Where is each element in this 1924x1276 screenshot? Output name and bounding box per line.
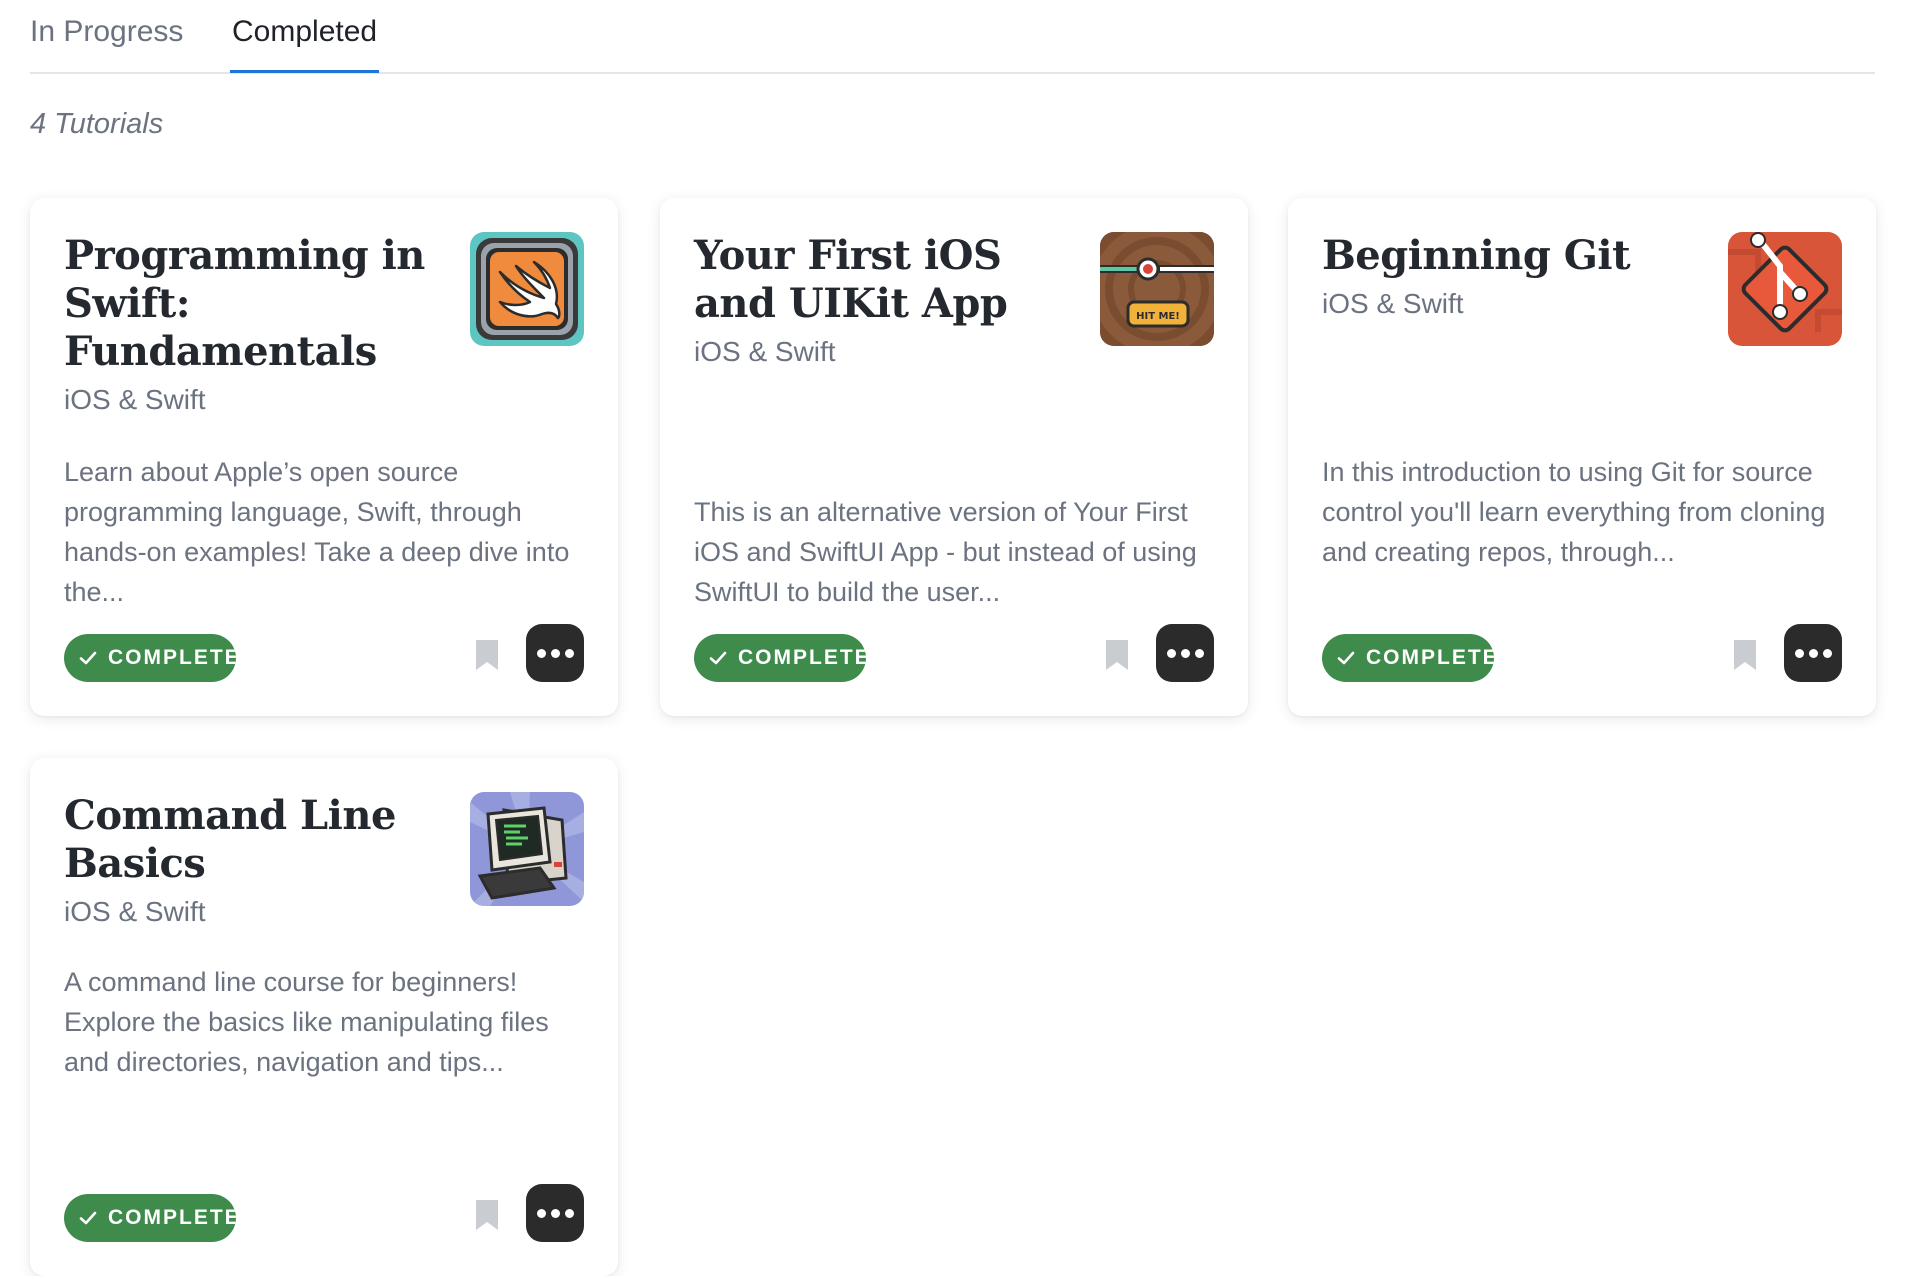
card-description: This is an alternative version of Your F… <box>694 497 1197 607</box>
complete-badge: COMPLETE <box>1322 634 1494 682</box>
bookmark-icon[interactable] <box>474 1198 500 1232</box>
more-dot <box>1180 648 1190 658</box>
tutorial-card[interactable]: Beginning Git iOS & Swift In this introd… <box>1288 198 1876 716</box>
tab-completed[interactable]: Completed <box>230 10 380 73</box>
complete-badge: COMPLETE <box>64 1194 236 1242</box>
complete-badge: COMPLETE <box>694 634 866 682</box>
more-dot <box>550 1208 560 1218</box>
tutorial-card[interactable]: Your First iOS and UIKit App HIT ME! iOS… <box>660 198 1248 716</box>
bookmark-icon[interactable] <box>1104 638 1130 672</box>
card-title[interactable]: Your First iOS and UIKit App <box>694 232 1074 328</box>
hit-me-label: HIT ME! <box>1136 311 1180 322</box>
hit-me-slider-icon: HIT ME! <box>1100 232 1214 346</box>
git-logo-icon <box>1728 232 1842 346</box>
card-domain: iOS & Swift <box>1322 288 1464 319</box>
more-dot <box>536 648 546 658</box>
swift-bird-icon <box>470 232 584 346</box>
checkmark-icon <box>79 651 97 665</box>
tutorials-count: 4 Tutorials <box>30 108 164 140</box>
card-description: Learn about Apple’s open source programm… <box>64 457 570 607</box>
card-title[interactable]: Beginning Git <box>1322 232 1702 280</box>
card-description: A command line course for beginners! Exp… <box>64 967 549 1077</box>
more-dot <box>550 648 560 658</box>
tutorial-card[interactable]: Command Line Basics iOS & Swift A comman… <box>30 758 618 1276</box>
more-dot <box>1794 648 1804 658</box>
more-dot <box>1822 648 1832 658</box>
more-options-button[interactable] <box>1784 624 1842 682</box>
checkmark-icon <box>79 1211 97 1225</box>
card-description: In this introduction to using Git for so… <box>1322 457 1826 567</box>
more-dot <box>1166 648 1176 658</box>
complete-badge-label: COMPLETE <box>108 1206 236 1229</box>
tutorials-page: In Progress Completed 4 Tutorials Progra… <box>0 0 1924 1276</box>
more-dot <box>536 1208 546 1218</box>
card-domain: iOS & Swift <box>64 896 206 927</box>
more-options-button[interactable] <box>526 1184 584 1242</box>
more-options-button[interactable] <box>526 624 584 682</box>
complete-badge-label: COMPLETE <box>738 646 866 669</box>
terminal-computer-icon <box>470 792 584 906</box>
card-title[interactable]: Programming in Swift: Fundamentals <box>64 232 444 376</box>
tab-bar: In Progress Completed <box>30 0 1875 74</box>
complete-badge: COMPLETE <box>64 634 236 682</box>
more-options-button[interactable] <box>1156 624 1214 682</box>
tab-in-progress[interactable]: In Progress <box>30 10 183 72</box>
more-dot <box>1808 648 1818 658</box>
more-dot <box>1194 648 1204 658</box>
card-title[interactable]: Command Line Basics <box>64 792 444 888</box>
more-dot <box>564 1208 574 1218</box>
checkmark-icon <box>709 651 727 665</box>
card-domain: iOS & Swift <box>64 384 206 415</box>
bookmark-icon[interactable] <box>1732 638 1758 672</box>
bookmark-icon[interactable] <box>474 638 500 672</box>
card-domain: iOS & Swift <box>694 336 836 367</box>
complete-badge-label: COMPLETE <box>1366 646 1494 669</box>
tutorial-card[interactable]: Programming in Swift: Fundamentals iOS &… <box>30 198 618 716</box>
complete-badge-label: COMPLETE <box>108 646 236 669</box>
checkmark-icon <box>1337 651 1355 665</box>
more-dot <box>564 648 574 658</box>
